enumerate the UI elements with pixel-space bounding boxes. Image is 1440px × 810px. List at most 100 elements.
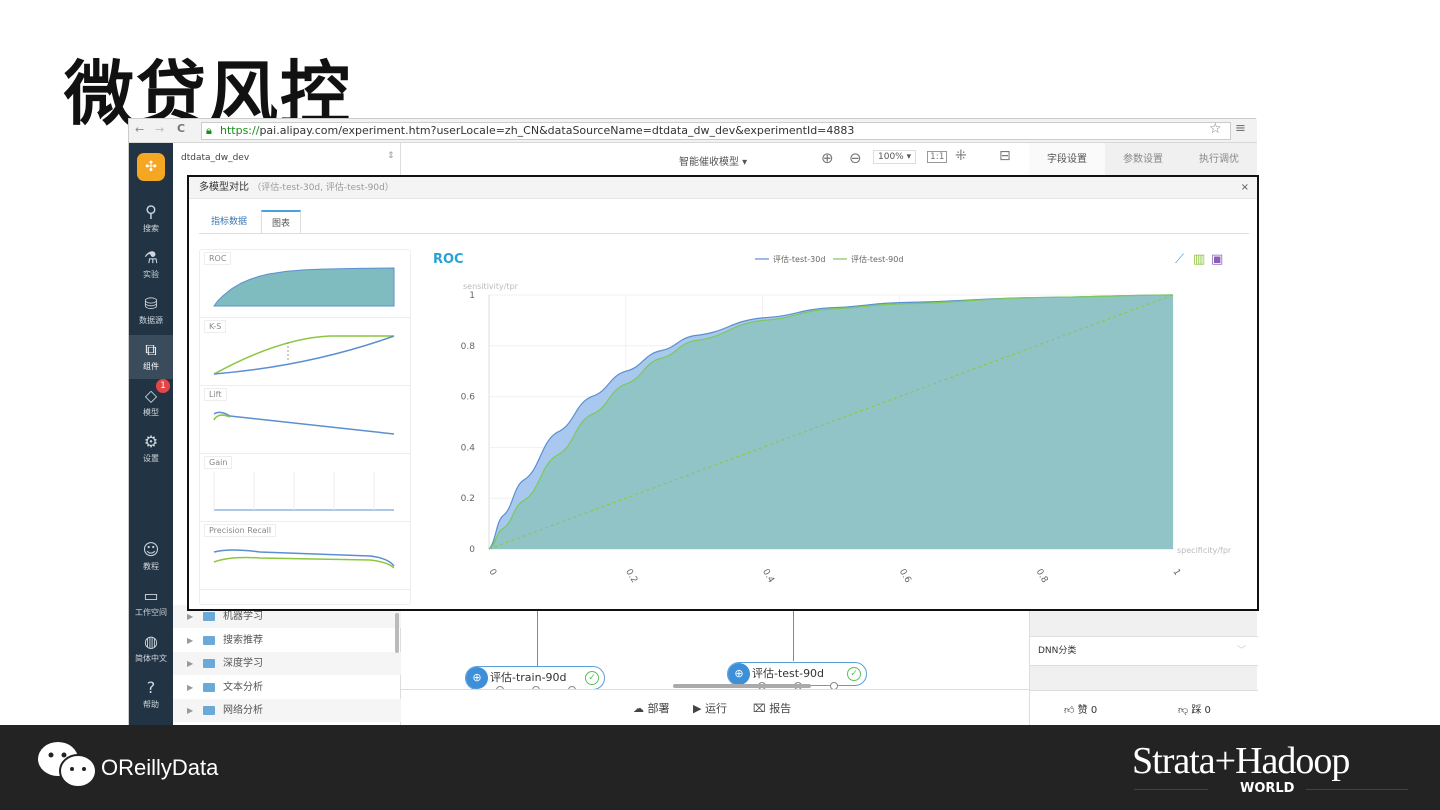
folder-item[interactable]: ▶ 搜索推荐 [173,629,401,652]
nav-item-0[interactable]: ⚲ 搜索 [129,197,173,241]
thumbnail-k-s[interactable]: K-S [200,318,410,386]
dialog-title: 多模型对比 [199,182,249,193]
folder-icon [203,659,215,668]
chevron-down-icon: ﹀ [1236,646,1246,656]
bar-chart-icon[interactable]: ▥ [1193,252,1205,267]
thumbnail-area [213,267,395,307]
list-scrollbar[interactable] [395,613,399,653]
workspace-select[interactable]: dtdata_dw_dev [181,153,249,163]
y-tick-label: 0 [469,545,475,555]
nav-item-2[interactable]: ⛁ 数据源 [129,289,173,333]
nav-item-3[interactable]: ⧉ 组件 [129,335,173,379]
divider [1306,789,1408,790]
folder-item[interactable]: ▶ 网络分析 [173,699,401,722]
search-icon: ⚲ [145,202,157,221]
y-tick-label: 0.2 [461,494,475,504]
globe-icon: ⊕ [466,667,488,689]
brand-sub: WORLD [1240,781,1295,796]
actual-size-icon[interactable]: 1:1 [927,151,948,163]
expand-icon[interactable]: ▶ [187,629,193,652]
url-input[interactable]: 🔒︎ https://pai.alipay.com/experiment.htm… [201,122,1231,140]
legend-label: 评估-test-30d [773,254,825,264]
nav-item-9[interactable]: ? 帮助 [129,673,173,717]
algorithm-value: DNN分类 [1038,646,1077,656]
canvas-toolbar: 智能催收模型 ▾ ⊕ ⊖ 100% ▾ 1:1 ⁜ ⊟ 字段设置 参数设置 执行… [401,143,1257,176]
notification-badge: 1 [156,379,170,393]
dialog-header: 多模型对比 （评估-test-30d, 评估-test-90d） × [189,177,1257,199]
algorithm-select[interactable]: DNN分类 ﹀ [1030,636,1258,666]
close-button[interactable]: × [1241,177,1249,199]
like-button[interactable]: 👍︎ 赞 0 [1064,701,1097,716]
reload-icon[interactable]: C [177,122,185,135]
fullscreen-icon[interactable]: ⊟ [999,148,1011,164]
like-count: 赞 0 [1077,705,1098,716]
experiment-selector[interactable]: 智能催收模型 ▾ [679,153,747,168]
tab-metrics[interactable]: 指标数据 [201,210,257,234]
workspace-icon: ▭ [143,586,159,605]
y-tick-label: 1 [469,291,475,301]
thumbnail-chart [213,549,395,569]
zoom-out-icon[interactable]: ⊖ [849,149,862,167]
folder-label: 机器学习 [223,611,263,622]
node-eval-train-90d[interactable]: ⊕ 评估-train-90d ✓ [465,666,605,694]
deploy-label: 部署 [647,702,670,715]
thumbnail-roc[interactable]: ROC [200,250,410,318]
flask-icon: ⚗ [143,248,159,267]
nav-item-6[interactable]: ☺ 教程 [129,535,173,579]
nav-label: 模型 [143,408,159,417]
nav-item-1[interactable]: ⚗ 实验 [129,243,173,287]
cloud-upload-icon: ☁ [633,702,644,715]
app-logo[interactable]: ✣ [137,153,165,181]
line-chart-icon[interactable]: ⟋ [1175,252,1185,267]
thumbnail-chart [213,472,394,511]
folder-label: 文本分析 [223,681,263,693]
tab-tuning[interactable]: 执行调优 [1181,143,1257,176]
lock-icon: 🔒︎ [206,124,212,137]
forward-icon[interactable]: → [155,123,164,136]
zoom-value: 100% [878,152,904,162]
thumbnail-gain[interactable]: Gain [200,454,410,522]
thumbnail-lift[interactable]: Lift [200,386,410,454]
expand-icon[interactable]: ▶ [187,676,193,699]
address-bar: ← → C 🔒︎ https://pai.alipay.com/experime… [129,119,1257,143]
node-label: 评估-train-90d [490,671,567,684]
tab-param-settings[interactable]: 参数设置 [1105,143,1181,176]
tutorial-icon: ☺ [142,540,160,559]
expand-icon[interactable]: ▶ [187,699,193,722]
report-button[interactable]: ⌧ 报告 [753,700,791,716]
nav-item-4[interactable]: ◇ 模型 1 [129,379,173,425]
fit-icon[interactable]: ⁜ [955,148,967,164]
tab-charts[interactable]: 图表 [261,210,302,234]
thumbnail-precision-recall[interactable]: Precision Recall [200,522,410,590]
brand-logo: Strata+Hadoop [1132,740,1350,782]
dislike-button[interactable]: 👎︎ 踩 0 [1178,701,1211,716]
nav-item-5[interactable]: ⚙ 设置 [129,427,173,471]
expand-icon[interactable]: ▶ [187,652,193,675]
edge [793,606,794,661]
back-icon[interactable]: ← [135,123,144,136]
folder-item[interactable]: ▶ 深度学习 [173,652,401,675]
side-nav: ✣ ⚲ 搜索 ⚗ 实验 ⛁ 数据源 ⧉ 组件 ◇ 模型 1 ⚙ 设置 ☺ 教程 ▭ 工作空间 ◍ 简体中文? 帮助 [129,143,173,726]
folder-icon [203,682,215,692]
save-icon[interactable]: ▣ [1211,252,1223,267]
x-tick-label: 1 [1170,568,1182,578]
star-icon[interactable]: ☆ [1209,121,1222,137]
thumbnail-chart [213,267,395,307]
deploy-button[interactable]: ☁ 部署 [633,700,670,716]
folder-icon [203,612,215,621]
folder-item[interactable]: ▶ 文本分析 [173,676,401,699]
node-eval-test-90d[interactable]: ⊕ 评估-test-90d ✓ [727,662,867,690]
tab-field-settings[interactable]: 字段设置 [1029,143,1105,176]
thumbnail-chart [213,411,395,435]
nav-label: 帮助 [143,700,159,709]
legend-label: 评估-test-90d [851,254,903,264]
y-tick-label: 0.4 [461,443,476,453]
menu-icon[interactable]: ≡ [1235,121,1246,136]
compare-models-dialog: 多模型对比 （评估-test-30d, 评估-test-90d） × 指标数据 … [187,175,1259,611]
zoom-in-icon[interactable]: ⊕ [821,149,834,167]
canvas-scrollbar[interactable] [673,684,811,688]
run-button[interactable]: ▶ 运行 [693,700,727,716]
zoom-select[interactable]: 100% ▾ [873,150,917,164]
nav-item-7[interactable]: ▭ 工作空间 [129,581,173,625]
nav-item-8[interactable]: ◍ 简体中文 [129,627,173,671]
